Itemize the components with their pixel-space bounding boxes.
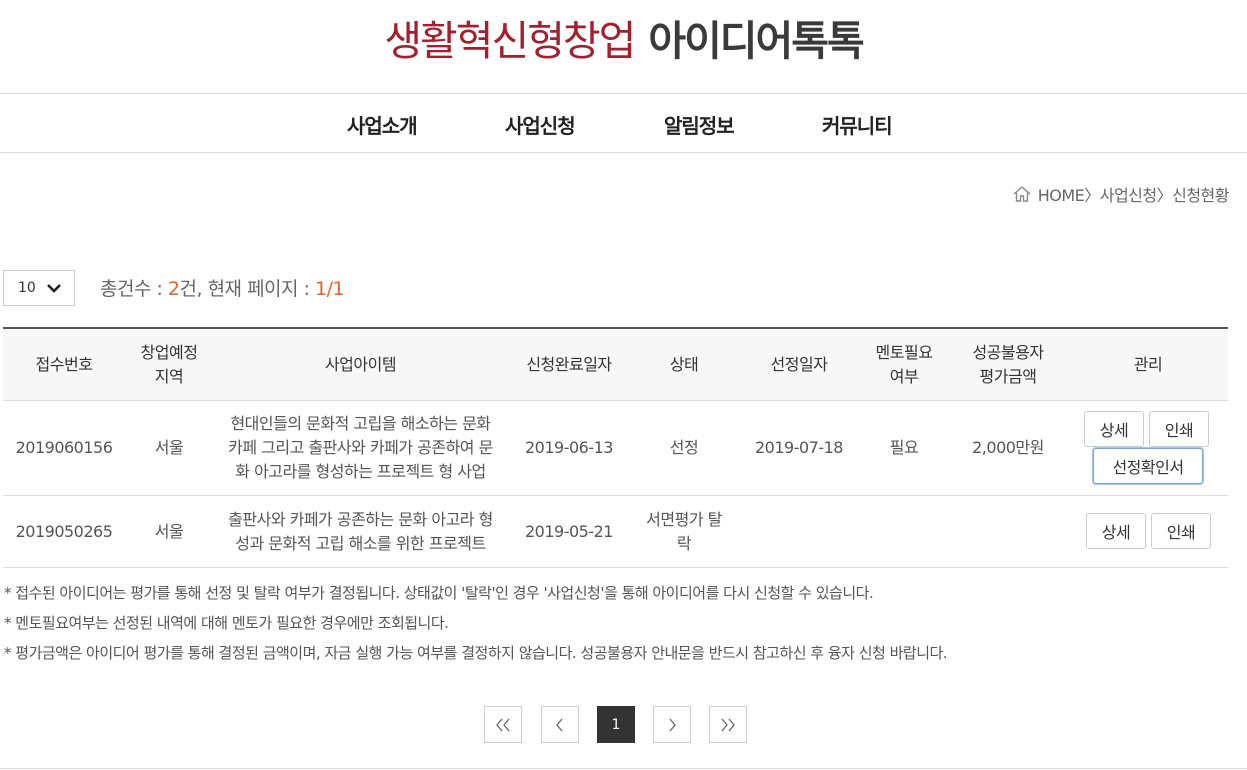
page-size-value: 10	[18, 280, 36, 296]
cell-selected-date	[738, 496, 860, 567]
cell-amount: 2,000만원	[972, 438, 1044, 457]
logo-title-red: 생활혁신형창업	[384, 17, 636, 65]
nav-item-notice[interactable]: 알림정보	[664, 110, 735, 139]
total-count: 2	[167, 278, 180, 300]
breadcrumb-path[interactable]: HOME〉사업신청〉신청현황	[1038, 182, 1230, 206]
table-row: 2019050265 서울 출판사와 카페가 공존하는 문화 아고라 형 성과 …	[3, 496, 1228, 568]
prev-page-button[interactable]	[541, 706, 579, 743]
cell-amount	[948, 496, 1068, 567]
logo-title-dark: 아이디어톡톡	[648, 17, 864, 65]
cell-submitted: 2019-06-13	[525, 438, 613, 457]
double-chevron-right-icon	[721, 718, 735, 731]
page-button-current[interactable]: 1	[597, 706, 635, 743]
breadcrumb: HOME〉사업신청〉신청현황	[1012, 182, 1230, 206]
col-header-region: 창업예정 지역	[140, 342, 198, 386]
chevron-down-icon	[47, 284, 61, 293]
col-header-amount: 성공불용자 평가금액	[972, 342, 1044, 386]
home-icon[interactable]	[1012, 185, 1032, 203]
cell-item: 현대인들의 문화적 고립을 해소하는 문화 카페 그리고 출판사와 카페가 공존…	[228, 414, 493, 481]
chevron-left-icon	[556, 718, 563, 731]
detail-button[interactable]: 상세	[1084, 411, 1144, 447]
col-header-item: 사업아이템	[324, 354, 397, 374]
col-header-manage: 관리	[1133, 354, 1163, 374]
table-header: 접수번호 창업예정 지역 사업아이템 신청완료일자 상태 선정일자 멘토필요 여…	[3, 329, 1228, 401]
nav-item-community[interactable]: 커뮤니티	[822, 110, 893, 139]
result-count: 총건수 : 2건, 현재 페이지 : 1/1	[100, 274, 345, 301]
cell-region: 서울	[154, 521, 184, 541]
col-header-status: 상태	[669, 354, 699, 374]
cell-submitted: 2019-05-21	[525, 521, 613, 541]
cell-selected-date: 2019-07-18	[755, 438, 843, 457]
cell-id: 2019050265	[15, 521, 113, 541]
selection-certificate-button[interactable]: 선정확인서	[1093, 448, 1203, 484]
last-page-button[interactable]	[709, 706, 747, 743]
col-header-id: 접수번호	[35, 354, 93, 374]
cell-region: 서울	[154, 438, 184, 457]
next-page-button[interactable]	[653, 706, 691, 743]
current-page: 1/1	[315, 278, 345, 300]
first-page-button[interactable]	[484, 706, 522, 743]
chevron-right-icon	[669, 718, 676, 731]
page-size-select[interactable]: 10	[3, 270, 75, 306]
notes: * 접수된 아이디어는 평가를 통해 선정 및 탈락 여부가 결정됩니다. 상태…	[4, 582, 948, 672]
table-row: 2019060156 서울 현대인들의 문화적 고립을 해소하는 문화 카페 그…	[3, 401, 1228, 496]
count-mid: 건, 현재 페이지 :	[179, 278, 315, 300]
col-header-submitted: 신청완료일자	[526, 354, 612, 374]
site-logo[interactable]: 생활혁신형창업 아이디어톡톡	[0, 14, 1247, 68]
main-nav: 사업소개 사업신청 알림정보 커뮤니티	[0, 93, 1247, 153]
print-button[interactable]: 인쇄	[1151, 513, 1211, 549]
cell-status: 서면평가 탈 락	[646, 509, 722, 553]
note-item: * 접수된 아이디어는 평가를 통해 선정 및 탈락 여부가 결정됩니다. 상태…	[4, 584, 874, 602]
cell-mentor	[860, 496, 948, 567]
detail-button[interactable]: 상세	[1086, 513, 1146, 549]
print-button[interactable]: 인쇄	[1149, 411, 1209, 447]
note-item: * 평가금액은 아이디어 평가를 통해 결정된 금액이며, 자금 실행 가능 여…	[4, 644, 948, 662]
cell-id: 2019060156	[15, 438, 113, 457]
nav-item-business-intro[interactable]: 사업소개	[347, 110, 418, 139]
cell-mentor: 필요	[889, 438, 919, 457]
col-header-selected-date: 선정일자	[770, 354, 828, 374]
nav-item-business-apply[interactable]: 사업신청	[505, 110, 576, 139]
count-prefix: 총건수 :	[100, 278, 168, 300]
application-table: 접수번호 창업예정 지역 사업아이템 신청완료일자 상태 선정일자 멘토필요 여…	[3, 327, 1228, 568]
note-item: * 멘토필요여부는 선정된 내역에 대해 멘토가 필요한 경우에만 조회됩니다.	[4, 614, 449, 632]
cell-status: 선정	[669, 438, 699, 457]
col-header-mentor: 멘토필요 여부	[875, 342, 933, 386]
footer-divider	[0, 768, 1247, 769]
cell-item: 출판사와 카페가 공존하는 문화 아고라 형 성과 문화적 고립 해소를 위한 …	[228, 509, 493, 553]
double-chevron-left-icon	[496, 718, 510, 731]
